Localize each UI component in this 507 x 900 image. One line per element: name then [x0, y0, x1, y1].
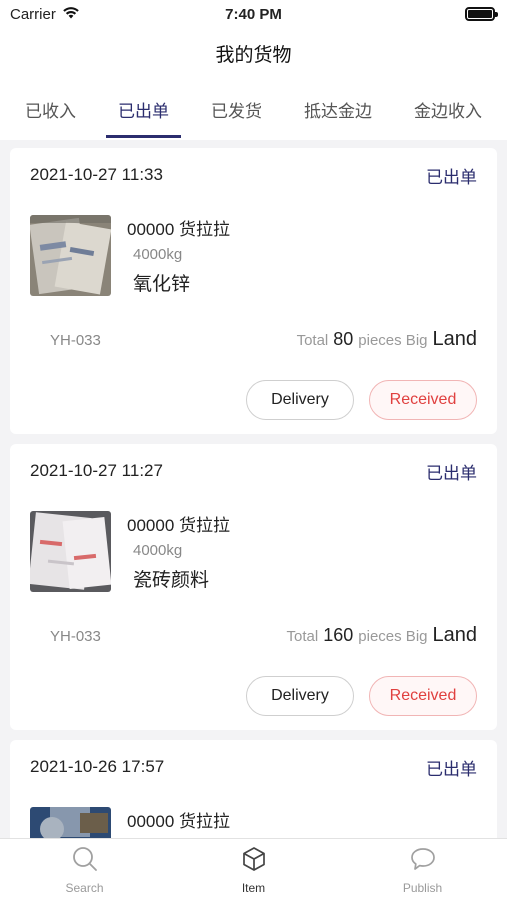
shipment-title: 00000 货拉拉	[127, 516, 230, 535]
order-card[interactable]: 2021-10-27 11:33 已出单 00000 货拉拉 4000kg 氧化…	[10, 148, 497, 434]
wifi-icon	[62, 6, 80, 23]
shipment-title: 00000 货拉拉	[127, 220, 230, 239]
order-time: 2021-10-27 11:33	[30, 165, 163, 184]
product-image	[30, 215, 111, 296]
unit-label: pieces Big	[358, 628, 428, 645]
tabbar-item[interactable]: Item	[194, 845, 314, 895]
status-left: Carrier	[10, 6, 80, 23]
card-meta: YH-033 Total 80 pieces Big Land	[30, 328, 477, 351]
box-icon	[240, 845, 268, 878]
product-name: 氧化锌	[133, 274, 191, 295]
battery-icon	[465, 7, 498, 21]
transport-mode: Land	[432, 328, 478, 350]
shipment-title: 00000 货拉拉	[127, 812, 230, 831]
tab-arrived-phnom-penh[interactable]: 抵达金边	[292, 78, 384, 140]
chat-bubble-icon	[409, 845, 437, 878]
card-body: 00000 货拉拉 4000kg 瓷砖颜料	[30, 498, 477, 592]
order-time: 2021-10-26 17:57	[30, 757, 165, 776]
tabbar-publish[interactable]: Publish	[363, 845, 483, 895]
received-button[interactable]: Received	[369, 676, 477, 716]
carrier-label: Carrier	[10, 5, 56, 23]
product-image	[30, 511, 111, 592]
nav-bar: 我的货物	[0, 28, 507, 78]
transport-mode: Land	[432, 624, 478, 646]
order-status: 已出单	[426, 167, 477, 187]
card-header: 2021-10-27 11:33 已出单	[30, 148, 477, 202]
order-card[interactable]: 2021-10-27 11:27 已出单 00000 货拉拉 4000kg 瓷砖…	[10, 444, 497, 730]
product-name: 瓷砖颜料	[133, 570, 210, 591]
card-meta: YH-033 Total 160 pieces Big Land	[30, 624, 477, 647]
tabbar-publish-label: Publish	[402, 880, 443, 895]
product-info: 00000 货拉拉 4000kg 氧化锌	[127, 215, 230, 296]
card-header: 2021-10-26 17:57 已出单	[30, 740, 477, 794]
piece-count: 80	[333, 329, 354, 349]
tabbar-search-label: Search	[65, 880, 104, 895]
shipment-weight: 4000kg	[133, 246, 183, 263]
order-status: 已出单	[426, 759, 477, 779]
received-button[interactable]: Received	[369, 380, 477, 420]
tabbar-search[interactable]: Search	[25, 845, 145, 895]
tab-phnom-penh-received[interactable]: 金边收入	[402, 78, 494, 140]
total-label: Total	[296, 332, 329, 349]
shipment-summary: Total 80 pieces Big Land	[297, 328, 477, 351]
search-icon	[71, 845, 99, 878]
unit-label: pieces Big	[358, 332, 428, 349]
piece-count: 160	[323, 625, 354, 645]
tab-shipped[interactable]: 已发货	[199, 78, 274, 140]
delivery-button[interactable]: Delivery	[246, 676, 354, 716]
card-header: 2021-10-27 11:27 已出单	[30, 444, 477, 498]
status-tabs: 已收入 已出单 已发货 抵达金边 金边收入	[0, 78, 507, 140]
page-title: 我的货物	[215, 44, 292, 66]
delivery-button[interactable]: Delivery	[246, 380, 354, 420]
bottom-tab-bar: Search Item Publish	[0, 838, 507, 900]
order-status: 已出单	[426, 463, 477, 483]
card-actions: Delivery Received	[246, 380, 477, 420]
product-info: 00000 货拉拉 4000kg 瓷砖颜料	[127, 511, 230, 592]
shipment-summary: Total 160 pieces Big Land	[287, 624, 477, 647]
order-list: 2021-10-27 11:33 已出单 00000 货拉拉 4000kg 氧化…	[10, 148, 497, 888]
app-screen: Carrier 7:40 PM 我的货物 已收入 已出单 已发货 抵达金边 金边…	[0, 0, 507, 900]
order-time: 2021-10-27 11:27	[30, 461, 163, 480]
card-body: 00000 货拉拉 4000kg 氧化锌	[30, 202, 477, 296]
shipment-code: YH-033	[50, 628, 101, 645]
tab-invoiced[interactable]: 已出单	[106, 78, 181, 140]
shipment-code: YH-033	[50, 332, 101, 349]
card-actions: Delivery Received	[246, 676, 477, 716]
tabbar-item-label: Item	[241, 880, 266, 895]
status-bar: Carrier 7:40 PM	[0, 0, 507, 28]
total-label: Total	[286, 628, 319, 645]
shipment-weight: 4000kg	[133, 542, 183, 559]
tab-received-in[interactable]: 已收入	[13, 78, 88, 140]
